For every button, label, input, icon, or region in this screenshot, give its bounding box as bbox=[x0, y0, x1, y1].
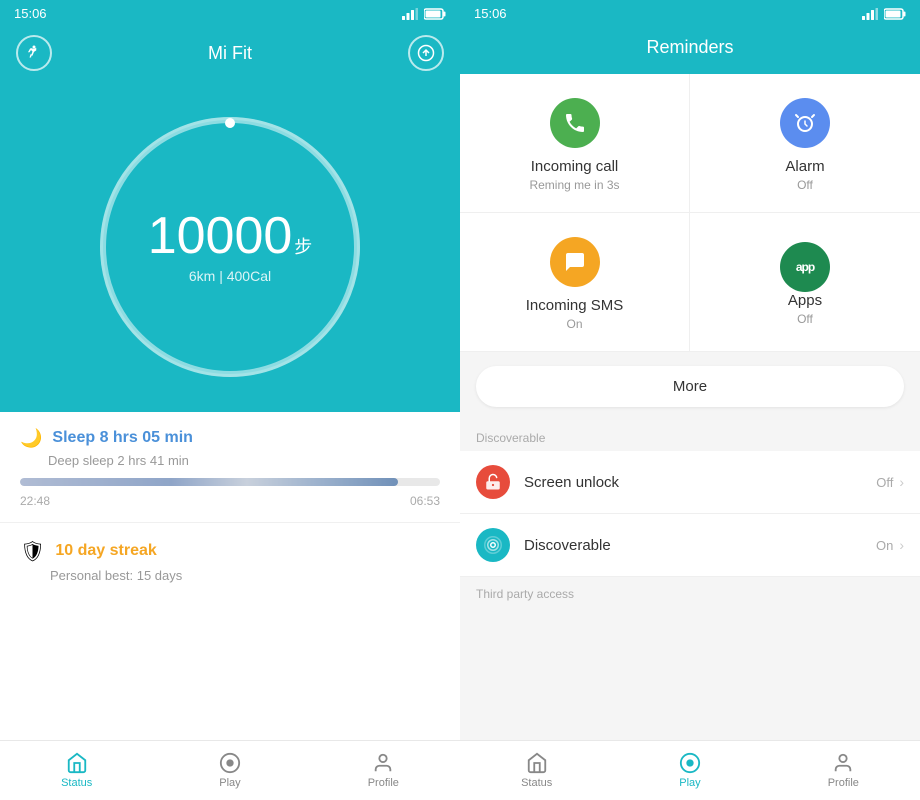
info-panels: 🌙 Sleep 8 hrs 05 min Deep sleep 2 hrs 41… bbox=[0, 412, 460, 741]
streak-title: 10 day streak bbox=[55, 542, 156, 560]
sleep-end: 06:53 bbox=[410, 494, 440, 508]
right-bottom-nav: Status Play Profile bbox=[460, 740, 920, 800]
screen-unlock-name: Screen unlock bbox=[524, 474, 876, 491]
apps-icon: app bbox=[780, 242, 830, 292]
profile-icon-left bbox=[372, 752, 394, 774]
reminder-sms[interactable]: Incoming SMS On bbox=[460, 213, 690, 352]
left-bottom-nav: Status Play Profile bbox=[0, 740, 460, 800]
incoming-call-status: Reming me in 3s bbox=[529, 178, 619, 192]
nav-profile-label-right: Profile bbox=[828, 777, 859, 789]
sleep-start: 22:48 bbox=[20, 494, 50, 508]
right-signal-icon bbox=[862, 8, 878, 20]
screen-unlock-icon bbox=[476, 465, 510, 499]
alarm-name: Alarm bbox=[785, 158, 824, 175]
nav-status-right[interactable]: Status bbox=[460, 741, 613, 800]
reminder-apps[interactable]: app Apps Off bbox=[690, 213, 920, 352]
discoverable-section-label: Discoverable bbox=[460, 421, 920, 451]
play-icon-right bbox=[679, 752, 701, 774]
profile-icon-right bbox=[832, 752, 854, 774]
nav-profile-label-left: Profile bbox=[368, 777, 399, 789]
nav-status-label-left: Status bbox=[61, 777, 92, 789]
app-title: Mi Fit bbox=[52, 43, 408, 64]
nav-play-right[interactable]: Play bbox=[613, 741, 766, 800]
streak-panel[interactable]: 🛡 10 day streak Personal best: 15 days bbox=[0, 523, 460, 599]
step-dot bbox=[225, 118, 235, 128]
discoverable-name: Discoverable bbox=[524, 537, 876, 554]
screen-unlock-arrow: › bbox=[899, 474, 904, 490]
third-party-section-label: Third party access bbox=[460, 577, 920, 607]
signal-icon bbox=[402, 8, 418, 20]
runner-icon[interactable] bbox=[16, 35, 52, 71]
sleep-sub: Deep sleep 2 hrs 41 min bbox=[48, 453, 440, 468]
right-header: 15:06 Reminders bbox=[460, 0, 920, 74]
alarm-icon bbox=[780, 98, 830, 148]
step-circle-container: 10000 步 6km | 400Cal bbox=[0, 83, 460, 412]
right-battery-icon bbox=[884, 8, 906, 20]
discoverable-item[interactable]: Discoverable On › bbox=[460, 514, 920, 577]
home-icon-right bbox=[526, 752, 548, 774]
more-btn-container: More bbox=[460, 352, 920, 421]
reminder-alarm[interactable]: Alarm Off bbox=[690, 74, 920, 213]
left-time: 15:06 bbox=[14, 6, 47, 21]
more-button[interactable]: More bbox=[476, 366, 904, 407]
runner-svg bbox=[25, 44, 43, 62]
step-count: 10000 步 bbox=[148, 210, 313, 262]
left-panel: 15:06 Mi Fit bbox=[0, 0, 460, 800]
sleep-times: 22:48 06:53 bbox=[20, 494, 440, 508]
streak-sub: Personal best: 15 days bbox=[50, 568, 440, 583]
right-panel: 15:06 Reminders bbox=[460, 0, 920, 800]
discoverable-value: On bbox=[876, 538, 893, 553]
alarm-status: Off bbox=[797, 178, 813, 192]
nav-profile-right[interactable]: Profile bbox=[767, 741, 920, 800]
sleep-panel[interactable]: 🌙 Sleep 8 hrs 05 min Deep sleep 2 hrs 41… bbox=[0, 412, 460, 523]
sms-name: Incoming SMS bbox=[526, 297, 624, 314]
right-time: 15:06 bbox=[474, 6, 507, 21]
battery-icon bbox=[424, 8, 446, 20]
upload-icon[interactable] bbox=[408, 35, 444, 71]
streak-icon: 🛡 bbox=[20, 539, 45, 564]
reminder-grid: Incoming call Reming me in 3s Alarm Off bbox=[460, 74, 920, 352]
nav-status-label-right: Status bbox=[521, 777, 552, 789]
right-status-bar: 15:06 bbox=[460, 0, 920, 27]
nav-profile-left[interactable]: Profile bbox=[307, 741, 460, 800]
nav-status-left[interactable]: Status bbox=[0, 741, 153, 800]
play-icon-left bbox=[219, 752, 241, 774]
sleep-icon: 🌙 bbox=[20, 428, 42, 449]
step-sub: 6km | 400Cal bbox=[189, 268, 271, 284]
reminder-incoming-call[interactable]: Incoming call Reming me in 3s bbox=[460, 74, 690, 213]
sms-icon bbox=[550, 237, 600, 287]
apps-status: Off bbox=[797, 312, 813, 326]
incoming-call-name: Incoming call bbox=[531, 158, 619, 175]
left-app-header: Mi Fit bbox=[0, 27, 460, 83]
streak-header: 🛡 10 day streak bbox=[20, 539, 440, 564]
apps-name: Apps bbox=[788, 292, 822, 309]
screen-unlock-item[interactable]: Screen unlock Off › bbox=[460, 451, 920, 514]
incoming-call-icon bbox=[550, 98, 600, 148]
left-status-icons bbox=[402, 8, 446, 20]
sms-status: On bbox=[566, 317, 582, 331]
upload-svg bbox=[417, 44, 435, 62]
sleep-bar-fill bbox=[20, 478, 398, 486]
nav-play-label-right: Play bbox=[679, 777, 700, 789]
nav-play-label-left: Play bbox=[219, 777, 240, 789]
discoverable-icon bbox=[476, 528, 510, 562]
left-status-bar: 15:06 bbox=[0, 0, 460, 27]
sleep-bar bbox=[20, 478, 440, 486]
screen-unlock-value: Off bbox=[876, 475, 893, 490]
right-title: Reminders bbox=[460, 27, 920, 74]
step-circle: 10000 步 6km | 400Cal bbox=[100, 117, 360, 377]
home-icon-left bbox=[66, 752, 88, 774]
sleep-header: 🌙 Sleep 8 hrs 05 min bbox=[20, 428, 440, 449]
sleep-title: Sleep 8 hrs 05 min bbox=[52, 429, 193, 447]
nav-play-left[interactable]: Play bbox=[153, 741, 306, 800]
discoverable-arrow: › bbox=[899, 537, 904, 553]
right-status-icons bbox=[862, 8, 906, 20]
